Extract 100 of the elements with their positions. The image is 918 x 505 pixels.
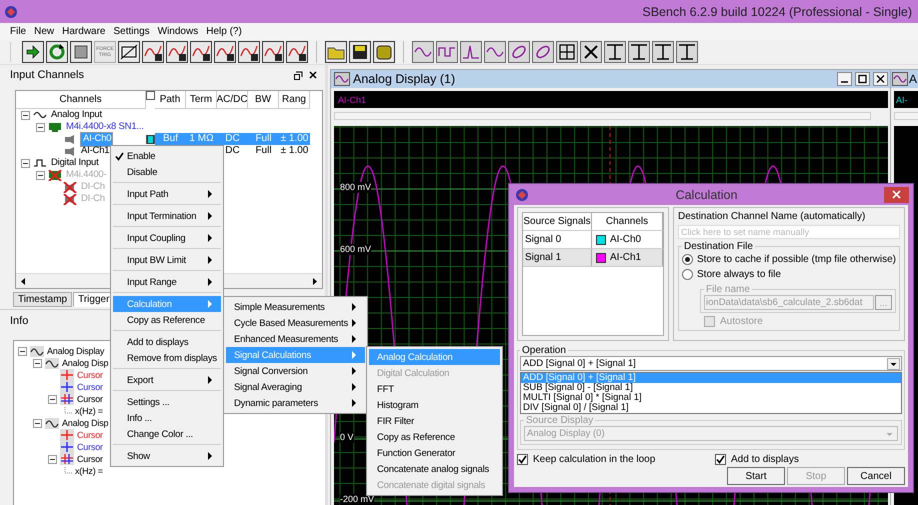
layout-icon[interactable] xyxy=(628,41,650,63)
tree-item[interactable]: Cursor xyxy=(77,429,103,441)
tree-item[interactable]: x(Hz) = xyxy=(75,465,103,477)
tree-item[interactable]: Cursor xyxy=(77,381,103,393)
menu-item[interactable]: FFT xyxy=(369,381,500,397)
menu-item[interactable]: Histogram xyxy=(369,397,500,413)
menu-item[interactable]: File xyxy=(10,26,26,37)
menu-item[interactable]: FIR Filter xyxy=(369,413,500,429)
name-field[interactable]: Click here to set name manually xyxy=(678,225,900,239)
close-button[interactable] xyxy=(884,186,909,202)
sine-icon[interactable] xyxy=(484,41,506,63)
folder-icon[interactable] xyxy=(325,41,347,63)
column-header[interactable]: Rang xyxy=(279,91,310,109)
operation-dropdown[interactable]: ADD [Signal 0] + [Signal 1] xyxy=(520,356,902,371)
menu-item[interactable]: Input Coupling xyxy=(113,230,221,246)
menu-item[interactable]: Change Color ... xyxy=(113,426,221,442)
menu-item[interactable]: Enable xyxy=(113,148,221,164)
grid-icon[interactable] xyxy=(556,41,578,63)
collapse-icon[interactable] xyxy=(21,158,30,168)
waveform-icon[interactable] xyxy=(142,41,164,63)
waveform-icon[interactable] xyxy=(262,41,284,63)
menu-item[interactable]: Input BW Limit xyxy=(113,252,221,268)
table-row[interactable]: Signal 1 AI-Ch1 xyxy=(523,249,664,267)
menu-item[interactable]: Remove from displays xyxy=(113,350,221,366)
menu-item[interactable]: Input Path xyxy=(113,186,221,202)
adjust-icon[interactable] xyxy=(118,41,140,63)
dropdown-option[interactable]: DIV [Signal 0] / [Signal 1] xyxy=(521,403,901,413)
collapse-icon[interactable] xyxy=(21,110,30,120)
dropdown-option[interactable]: SUB [Signal 0] - [Signal 1] xyxy=(521,383,901,393)
waveform-icon[interactable] xyxy=(238,41,260,63)
menu-item[interactable]: Signal Conversion xyxy=(226,363,365,379)
radio-button[interactable] xyxy=(682,269,694,280)
tree-item[interactable]: Cursor xyxy=(77,441,103,453)
menu-item[interactable]: Input Termination xyxy=(113,208,221,224)
collapse-icon[interactable] xyxy=(48,394,57,404)
minimize-icon[interactable] xyxy=(837,72,852,86)
menu-item[interactable]: Help (?) xyxy=(206,26,242,37)
menu-item[interactable]: Settings xyxy=(114,26,150,37)
collapse-icon[interactable] xyxy=(48,454,57,464)
waveform-icon[interactable] xyxy=(166,41,188,63)
menu-item[interactable]: Input Range xyxy=(113,274,221,290)
maximize-icon[interactable] xyxy=(855,72,870,86)
checkbox[interactable] xyxy=(715,454,726,465)
menu-item[interactable]: Export xyxy=(113,372,221,388)
tree-item[interactable]: Cursor xyxy=(77,453,103,465)
menu-item[interactable]: New xyxy=(34,26,54,37)
tree-item[interactable]: Cursor xyxy=(77,369,103,381)
column-header[interactable]: Channels xyxy=(592,213,664,230)
tree-item[interactable]: Analog Disp xyxy=(62,417,108,429)
menu-item[interactable]: Copy as Reference xyxy=(113,312,221,328)
stop-icon[interactable] xyxy=(70,41,92,63)
float-icon[interactable] xyxy=(294,70,303,80)
dropdown-option[interactable]: MULTI [Signal 0] * [Signal 1] xyxy=(521,393,901,403)
dialog-button[interactable]: Cancel xyxy=(847,467,905,485)
close-icon[interactable] xyxy=(309,71,317,79)
column-header[interactable]: BW xyxy=(248,91,279,109)
menu-item[interactable]: Settings ... xyxy=(113,394,221,410)
tree-item[interactable]: Analog Disp xyxy=(62,357,108,369)
collapse-icon[interactable] xyxy=(33,418,42,428)
tree-item[interactable]: Analog Input xyxy=(50,109,103,121)
column-header[interactable] xyxy=(146,91,155,100)
collapse-icon[interactable] xyxy=(36,122,45,132)
checkbox[interactable] xyxy=(517,454,528,465)
menu-item[interactable]: Info ... xyxy=(113,410,221,426)
tree-item[interactable]: Analog Display xyxy=(47,345,104,357)
menu-item[interactable]: Function Generator xyxy=(369,445,500,461)
tree-item[interactable]: Cursor xyxy=(77,393,103,405)
tree-item[interactable]: x(Hz) = xyxy=(75,405,103,417)
refresh-icon[interactable] xyxy=(46,41,68,63)
save-icon[interactable] xyxy=(349,41,371,63)
tree-item[interactable]: AI-Ch1 xyxy=(80,145,110,157)
close-icon[interactable] xyxy=(873,72,888,86)
menu-item[interactable]: Copy as Reference xyxy=(369,429,500,445)
menu-item[interactable]: Show xyxy=(113,448,221,464)
waveform-icon[interactable] xyxy=(190,41,212,63)
square-wave-icon[interactable] xyxy=(436,41,458,63)
cross-icon[interactable] xyxy=(580,41,602,63)
column-header[interactable]: Term xyxy=(186,91,217,109)
collapse-icon[interactable] xyxy=(18,346,27,356)
waveform-icon[interactable] xyxy=(214,41,236,63)
waveform-icon[interactable] xyxy=(286,41,308,63)
radio-button[interactable] xyxy=(682,254,694,265)
layout-icon[interactable] xyxy=(676,41,698,63)
sine-icon[interactable] xyxy=(412,41,434,63)
pulse-icon[interactable] xyxy=(460,41,482,63)
collapse-icon[interactable] xyxy=(33,358,42,368)
menu-item[interactable]: Hardware xyxy=(62,26,106,37)
menu-item[interactable]: Concatenate analog signals xyxy=(369,461,500,477)
menu-item[interactable]: Signal Averaging xyxy=(226,379,365,395)
column-header[interactable]: Path xyxy=(155,91,186,109)
layout-icon[interactable] xyxy=(652,41,674,63)
menu-item[interactable]: Disable xyxy=(113,164,221,180)
menu-item[interactable]: Dynamic parameters xyxy=(226,395,365,411)
layout-icon[interactable] xyxy=(604,41,626,63)
tree-item[interactable]: M4i.4400-x8 SN1... xyxy=(65,121,145,133)
column-header[interactable]: Channels xyxy=(16,91,146,109)
tab[interactable]: Timestamp xyxy=(13,292,72,307)
tree-item[interactable]: Digital Input xyxy=(50,157,100,169)
dialog-button[interactable]: Start xyxy=(727,467,785,485)
column-header[interactable]: Source Signals xyxy=(523,213,592,230)
